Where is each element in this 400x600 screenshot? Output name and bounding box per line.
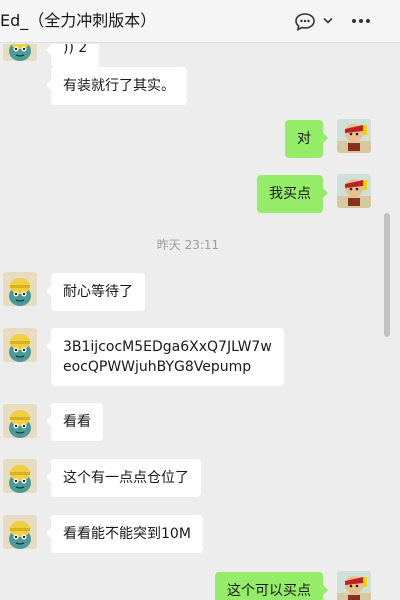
message-text: 对 bbox=[297, 131, 311, 147]
message-bubble[interactable]: 我买点 bbox=[257, 175, 328, 213]
message-text: 看看 bbox=[63, 414, 91, 430]
message-text: )) 2 bbox=[63, 44, 88, 56]
contact-avatar[interactable] bbox=[3, 44, 37, 61]
scrollbar[interactable] bbox=[384, 213, 390, 337]
message-text-line: eocQPWWjuhBYG8Vepump bbox=[63, 359, 252, 375]
message-text-line: 3B1ijcocM5EDga6XxQ7JLW7w bbox=[63, 339, 272, 355]
message-bubble[interactable]: 耐心等待了 bbox=[46, 273, 145, 311]
message-text: 这个有一点点仓位了 bbox=[63, 470, 189, 486]
message-bubble[interactable]: 这个可以买点 bbox=[215, 572, 328, 600]
user-avatar[interactable] bbox=[337, 119, 371, 153]
message-text: 有装就行了其实。 bbox=[63, 78, 175, 94]
message-list[interactable]: )) 2 有装就行了其实。 对 我买点 昨天 23:11 耐心等待了 3B1ij… bbox=[0, 44, 400, 600]
contact-avatar[interactable] bbox=[3, 515, 37, 549]
message-timestamp: 昨天 23:11 bbox=[156, 238, 220, 252]
message-bubble[interactable]: 这个有一点点仓位了 bbox=[46, 459, 201, 497]
message-bubble[interactable]: 看看 bbox=[46, 403, 103, 441]
user-avatar[interactable] bbox=[337, 571, 371, 600]
more-icon[interactable] bbox=[351, 18, 371, 24]
chat-title: Ed_（全力冲刺版本） bbox=[0, 11, 157, 30]
message-bubble[interactable]: 看看能不能突到10M bbox=[46, 515, 203, 553]
message-text: 看看能不能突到10M bbox=[63, 526, 191, 542]
message-bubble[interactable]: 有装就行了其实。 bbox=[46, 67, 187, 105]
user-avatar[interactable] bbox=[337, 174, 371, 208]
message-bubble[interactable]: )) 2 bbox=[45, 44, 100, 67]
chat-bubble-icon[interactable] bbox=[294, 12, 316, 32]
contact-avatar[interactable] bbox=[3, 459, 37, 493]
contact-avatar[interactable] bbox=[3, 328, 37, 362]
message-text: 耐心等待了 bbox=[63, 284, 133, 300]
message-text: 我买点 bbox=[269, 186, 311, 202]
contact-avatar[interactable] bbox=[3, 272, 37, 306]
contact-avatar[interactable] bbox=[3, 404, 37, 438]
message-text: 这个可以买点 bbox=[227, 583, 311, 599]
message-bubble[interactable]: 对 bbox=[285, 120, 328, 158]
message-bubble[interactable]: 3B1ijcocM5EDga6XxQ7JLW7w eocQPWWjuhBYG8V… bbox=[46, 328, 284, 386]
chat-header: Ed_（全力冲刺版本） bbox=[0, 0, 400, 43]
chevron-down-icon[interactable] bbox=[323, 17, 333, 25]
